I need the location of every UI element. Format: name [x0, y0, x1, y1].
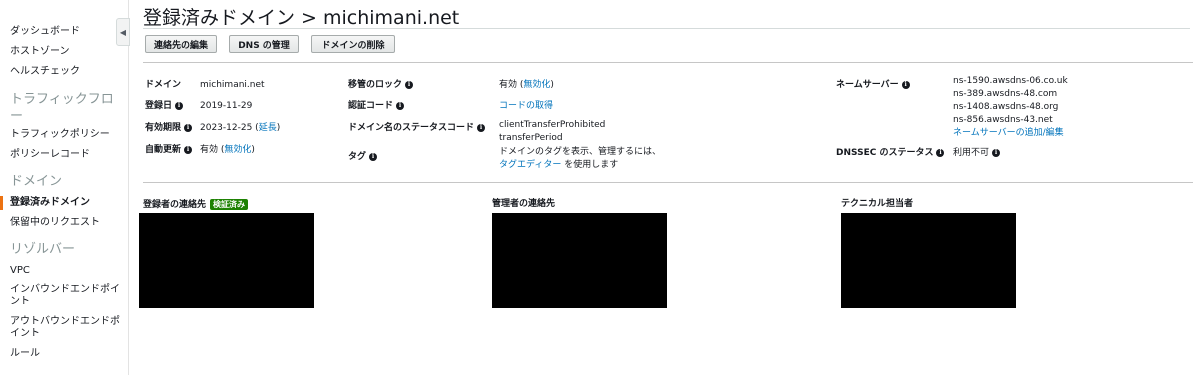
sidebar-item-hosted-zones[interactable]: ホストゾーン [10, 46, 120, 58]
info-icon[interactable]: i [396, 101, 405, 110]
edit-nameservers-link[interactable]: ネームサーバーの追加/編集 [953, 128, 1064, 139]
main-content: 登録済みドメイン > michimani.net 連絡先の編集 DNS の管理 … [139, 0, 1200, 375]
tags-description-line2: タグエディター を使用します [499, 160, 619, 170]
tags-description-line1: ドメインのタグを表示、管理するには、 [499, 147, 662, 157]
auth-code-label: 認証コード i [348, 101, 405, 112]
registrant-contact-title: 登録者の連絡先 検証済み [143, 199, 249, 211]
info-icon[interactable]: i [901, 80, 910, 89]
sidebar-item-policy-records[interactable]: ポリシーレコード [10, 149, 120, 161]
status-code-value-1: clientTransferProhibited [499, 120, 606, 130]
sidebar-item-traffic-policies[interactable]: トラフィックポリシー [10, 129, 120, 141]
registered-date-value: 2019-11-29 [200, 101, 253, 111]
sidebar-item-pending-requests[interactable]: 保留中のリクエスト [10, 217, 120, 229]
sidebar-item-vpc[interactable]: VPC [10, 265, 120, 277]
sidebar-section-traffic-flow: トラフィックフロー [10, 92, 114, 124]
registrant-contact-redacted [139, 213, 314, 308]
domain-value: michimani.net [200, 80, 265, 90]
extend-link[interactable]: 延長 [259, 123, 277, 133]
sidebar-section-resolver: リゾルバー [10, 242, 76, 257]
info-icon[interactable]: i [369, 152, 378, 161]
sidebar: ◀ ダッシュボード ホストゾーン ヘルスチェック トラフィックフロー トラフィッ… [0, 0, 130, 375]
nameservers-label: ネームサーバー i [836, 80, 910, 91]
info-icon[interactable]: i [992, 148, 1001, 157]
verified-badge: 検証済み [210, 199, 249, 210]
sidebar-item-health-checks[interactable]: ヘルスチェック [10, 66, 120, 78]
edit-contacts-button[interactable]: 連絡先の編集 [145, 35, 217, 53]
disable-auto-renew-link[interactable]: 無効化 [224, 145, 251, 155]
sidebar-item-rules[interactable]: ルール [10, 348, 120, 360]
sidebar-item-registered-domains[interactable]: 登録済みドメイン [10, 197, 120, 209]
divider [143, 182, 1193, 183]
chevron-left-icon: ◀ [119, 27, 127, 37]
sidebar-item-outbound-endpoints[interactable]: アウトバウンドエンドポイント [10, 316, 120, 340]
get-auth-code-link[interactable]: コードの取得 [499, 101, 553, 112]
admin-contact-redacted [492, 213, 667, 308]
info-icon[interactable]: i [477, 123, 486, 132]
transfer-lock-value: 有効 (無効化) [499, 80, 554, 90]
info-icon[interactable]: i [175, 101, 184, 110]
auto-renew-label: 自動更新 i [145, 145, 193, 156]
nameserver-1: ns-1590.awsdns-06.co.uk [953, 76, 1068, 86]
tech-contact-title: テクニカル担当者 [841, 199, 914, 209]
manage-dns-button[interactable]: DNS の管理 [229, 35, 299, 53]
delete-domain-button[interactable]: ドメインの削除 [311, 35, 395, 53]
tags-label: タグ i [348, 152, 378, 163]
status-code-label: ドメイン名のステータスコード i [348, 123, 486, 134]
sidebar-section-domains: ドメイン [10, 174, 63, 189]
sidebar-item-inbound-endpoints[interactable]: インバウンドエンドポイント [10, 284, 120, 308]
dnssec-value: 利用不可 i [953, 148, 1001, 159]
info-icon[interactable]: i [184, 145, 193, 154]
tech-contact-redacted [841, 213, 1016, 308]
active-indicator [0, 196, 3, 210]
expiration-label: 有効期限 i [145, 123, 193, 134]
info-icon[interactable]: i [184, 123, 193, 132]
domain-label: ドメイン [145, 80, 182, 90]
tag-editor-link[interactable]: タグエディター [499, 160, 561, 170]
nameserver-2: ns-389.awsdns-48.com [953, 89, 1058, 99]
dnssec-label: DNSSEC のステータス i [836, 148, 945, 159]
info-icon[interactable]: i [405, 80, 414, 89]
nameserver-3: ns-1408.awsdns-48.org [953, 102, 1059, 112]
registered-date-label: 登録日 i [145, 101, 184, 112]
status-code-value-2: transferPeriod [499, 133, 563, 143]
disable-transfer-lock-link[interactable]: 無効化 [523, 80, 550, 90]
divider [143, 62, 1193, 63]
page-title: 登録済みドメイン > michimani.net [143, 7, 460, 29]
sidebar-item-dashboard[interactable]: ダッシュボード [10, 26, 120, 38]
info-icon[interactable]: i [936, 148, 945, 157]
admin-contact-title: 管理者の連絡先 [492, 199, 556, 209]
nameserver-4: ns-856.awsdns-43.net [953, 115, 1053, 125]
title-divider [143, 28, 1190, 29]
auto-renew-value: 有効 (無効化) [200, 145, 255, 155]
expiration-value: 2023-12-25 (延長) [200, 123, 281, 133]
transfer-lock-label: 移管のロック i [348, 80, 414, 91]
